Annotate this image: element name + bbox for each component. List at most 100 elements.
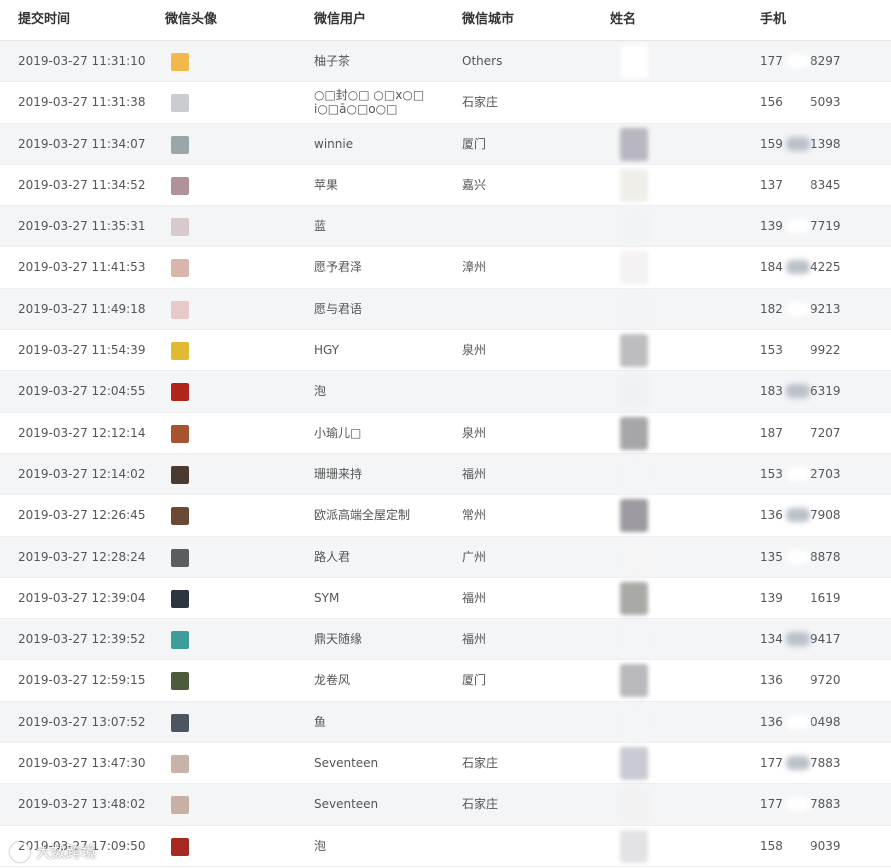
name-redacted: [620, 581, 648, 615]
wechat-user: 珊珊来持: [314, 466, 363, 481]
header-name[interactable]: 姓名: [610, 0, 636, 40]
table-row[interactable]: 2019-03-27 12:04:55 泡 183 6319: [0, 371, 891, 413]
table-row[interactable]: 2019-03-27 11:31:10 柚子茶 Others 177 8297: [0, 41, 891, 83]
phone-redacted: [786, 508, 810, 523]
phone-suffix: 5093: [810, 95, 841, 110]
name-redacted: [620, 829, 648, 863]
phone-suffix: 7883: [810, 797, 841, 812]
submit-time: 2019-03-27 12:26:45: [18, 508, 146, 523]
table-row[interactable]: 2019-03-27 12:12:14 小瑜儿□ 泉州 187 7207: [0, 412, 891, 454]
wechat-user: 泡: [314, 838, 327, 853]
submit-time: 2019-03-27 13:07:52: [18, 714, 146, 729]
phone-suffix: 9417: [810, 632, 841, 647]
phone-suffix: 7719: [810, 219, 841, 234]
submit-time: 2019-03-27 11:54:39: [18, 343, 146, 358]
submit-time: 2019-03-27 11:41:53: [18, 260, 146, 275]
header-wechat-city[interactable]: 微信城市: [462, 0, 514, 40]
table-row[interactable]: 2019-03-27 12:28:24 路人君 广州 135 8878: [0, 536, 891, 578]
table-row[interactable]: 2019-03-27 12:26:45 欧派高端全屋定制 常州 136 7908: [0, 495, 891, 537]
table-row[interactable]: 2019-03-27 11:31:38 ○□封○□ ○□x○□ i○□ā○□o○□ 石…: [0, 82, 891, 124]
table-row[interactable]: 2019-03-27 13:48:02 Seventeen 石家庄 177 7883: [0, 784, 891, 826]
wechat-city: 石家庄: [462, 797, 499, 812]
wechat-user: 鼎天随缘: [314, 632, 363, 647]
submissions-table: 提交时间 微信头像 微信用户 微信城市 姓名 手机 2019-03-27 11:…: [0, 0, 891, 868]
phone-redacted: [786, 549, 810, 564]
table-row[interactable]: 2019-03-27 11:41:53 愿予君泽 漳州 184 4225: [0, 247, 891, 289]
name-redacted: [620, 292, 648, 326]
avatar: [171, 837, 189, 856]
avatar: [171, 796, 189, 815]
table-row[interactable]: 2019-03-27 11:35:31 蓝 139 7719: [0, 206, 891, 248]
avatar: [171, 53, 189, 71]
name-redacted: [620, 705, 648, 739]
phone-redacted: [786, 590, 810, 605]
submit-time: 2019-03-27 11:31:10: [18, 54, 146, 68]
wechat-user: Seventeen: [314, 756, 379, 771]
table-row[interactable]: 2019-03-27 13:07:52 鱼 136 0498: [0, 701, 891, 744]
submit-time: 2019-03-27 12:12:14: [18, 425, 146, 440]
header-wechat-user[interactable]: 微信用户: [314, 0, 366, 40]
phone-suffix: 9039: [810, 838, 841, 853]
avatar: [171, 672, 189, 691]
avatar: [171, 589, 189, 608]
phone-suffix: 7908: [810, 508, 841, 523]
phone-suffix: 9922: [810, 343, 841, 358]
wechat-city: 石家庄: [462, 95, 499, 110]
phone-redacted: [786, 95, 810, 110]
avatar: [171, 218, 189, 237]
phone-redacted: [786, 466, 810, 481]
header-submit-time[interactable]: 提交时间: [18, 0, 70, 40]
header-phone[interactable]: 手机: [760, 0, 786, 40]
table-row[interactable]: 2019-03-27 11:34:07 winnie 厦门 159 1398: [0, 123, 891, 165]
table-row[interactable]: 2019-03-27 13:47:30 Seventeen 石家庄 177 7883: [0, 743, 891, 785]
phone-suffix: 2703: [810, 466, 841, 481]
table-row[interactable]: 2019-03-27 11:34:52 苹果 嘉兴 137 8345: [0, 164, 891, 207]
name-redacted: [620, 86, 648, 120]
phone-redacted: [786, 343, 810, 358]
table-row[interactable]: 2019-03-27 17:09:50 泡 158 9039: [0, 825, 891, 867]
table-row[interactable]: 2019-03-27 12:14:02 珊珊来持 福州 153 2703: [0, 453, 891, 496]
phone-suffix: 0498: [810, 714, 841, 729]
submit-time: 2019-03-27 11:31:38: [18, 95, 146, 110]
submit-time: 2019-03-27 11:34:07: [18, 136, 146, 151]
avatar: [171, 507, 189, 526]
avatar: [171, 94, 189, 113]
name-redacted: [620, 375, 648, 409]
name-redacted: [620, 664, 648, 698]
avatar: [171, 383, 189, 402]
phone-suffix: 7207: [810, 425, 841, 440]
wechat-user: 路人君: [314, 549, 351, 564]
phone-redacted: [786, 177, 810, 192]
submit-time: 2019-03-27 13:47:30: [18, 756, 146, 771]
avatar: [171, 424, 189, 443]
name-redacted: [620, 127, 648, 161]
submit-time: 2019-03-27 12:14:02: [18, 466, 146, 481]
phone-suffix: 1398: [810, 136, 841, 151]
table-row[interactable]: 2019-03-27 12:39:52 鼎天随缘 福州 134 9417: [0, 619, 891, 661]
phone-redacted: [786, 797, 810, 812]
phone-redacted: [786, 673, 810, 688]
phone-redacted: [786, 714, 810, 729]
name-redacted: [620, 45, 648, 78]
table-row[interactable]: 2019-03-27 11:54:39 HGY 泉州 153 9922: [0, 330, 891, 372]
wechat-user: 愿予君泽: [314, 260, 363, 275]
wechat-user: 小瑜儿□: [314, 425, 362, 440]
submit-time: 2019-03-27 12:39:52: [18, 632, 146, 647]
avatar: [171, 755, 189, 774]
name-redacted: [620, 499, 648, 533]
table-row[interactable]: 2019-03-27 12:59:15 龙卷风 厦门 136 9720: [0, 660, 891, 702]
phone-suffix: 8345: [810, 177, 841, 192]
table-row[interactable]: 2019-03-27 12:39:04 SYM 福州 139 1619: [0, 577, 891, 620]
phone-redacted: [786, 632, 810, 647]
table-header: 提交时间 微信头像 微信用户 微信城市 姓名 手机: [0, 0, 891, 41]
edge-fade: [851, 660, 891, 690]
name-redacted: [620, 168, 648, 202]
phone-suffix: 9213: [810, 301, 841, 316]
wechat-user: 龙卷风: [314, 673, 351, 688]
name-redacted: [620, 251, 648, 285]
submit-time: 2019-03-27 13:48:02: [18, 797, 146, 812]
table-row[interactable]: 2019-03-27 11:49:18 愿与君语 182 9213: [0, 288, 891, 331]
wechat-city: 厦门: [462, 136, 487, 151]
avatar: [171, 465, 189, 484]
header-wechat-avatar[interactable]: 微信头像: [165, 0, 217, 40]
